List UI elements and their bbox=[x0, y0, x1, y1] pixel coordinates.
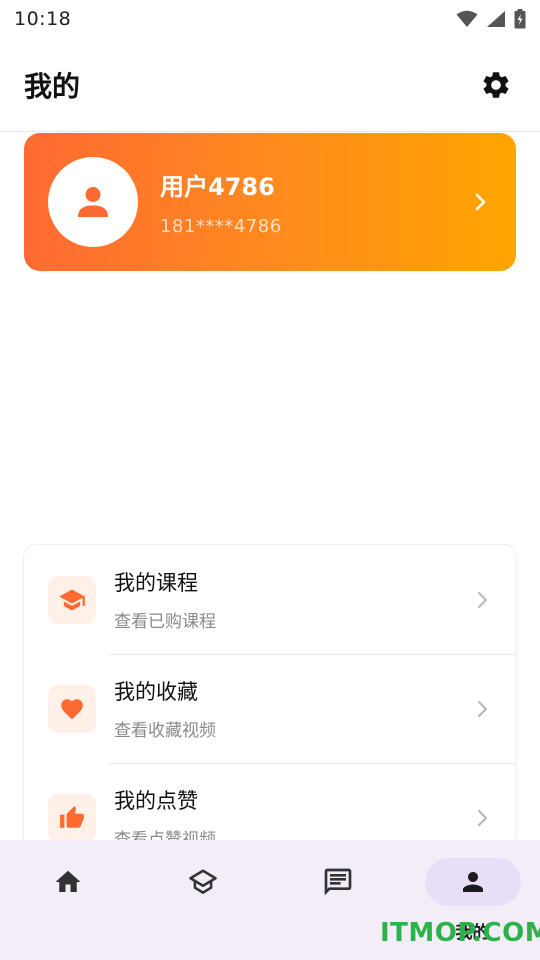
menu-item-title: 我的课程 bbox=[114, 571, 198, 595]
profile-card[interactable]: 用户4786 181****4786 bbox=[24, 133, 516, 271]
profile-name: 用户4786 bbox=[160, 173, 275, 201]
menu-item-subtitle: 查看收藏视频 bbox=[114, 721, 216, 741]
status-icons bbox=[456, 9, 526, 29]
menu-item-courses[interactable]: 我的课程 查看已购课程 bbox=[24, 545, 516, 654]
menu-item-subtitle: 查看已购课程 bbox=[114, 612, 216, 632]
person-icon bbox=[462, 872, 483, 892]
thumbs-up-icon bbox=[48, 793, 96, 842]
avatar bbox=[48, 157, 138, 247]
nav-item-courses[interactable] bbox=[135, 840, 270, 960]
profile-phone: 181****4786 bbox=[160, 216, 282, 237]
settings-button[interactable] bbox=[476, 65, 516, 105]
page-title: 我的 bbox=[24, 69, 81, 103]
profile-info: 用户4786 181****4786 bbox=[160, 167, 468, 237]
menu-card: 我的课程 查看已购课程 我的收藏 查看收藏视频 我的点赞 查看点赞视频 bbox=[24, 545, 516, 875]
course-icon bbox=[188, 869, 217, 894]
signal-icon bbox=[487, 11, 505, 27]
chevron-right-icon bbox=[468, 190, 492, 214]
nav-icon-wrap bbox=[290, 858, 386, 906]
chevron-right-icon bbox=[472, 699, 492, 719]
watermark: ITMOP.COM bbox=[380, 918, 540, 948]
menu-item-title: 我的收藏 bbox=[114, 680, 198, 704]
nav-icon-wrap bbox=[155, 858, 251, 906]
menu-item-title: 我的点赞 bbox=[114, 789, 198, 813]
wifi-icon bbox=[456, 10, 478, 27]
menu-item-favorites[interactable]: 我的收藏 查看收藏视频 bbox=[24, 654, 516, 763]
heart-icon bbox=[48, 684, 96, 733]
battery-icon bbox=[514, 9, 526, 29]
nav-icon-wrap-active bbox=[424, 858, 521, 906]
chevron-right-icon bbox=[472, 808, 492, 828]
chevron-right-icon bbox=[472, 590, 492, 610]
nav-icon-wrap bbox=[20, 858, 116, 906]
message-icon bbox=[324, 868, 351, 896]
home-icon bbox=[55, 870, 80, 892]
app-header: 我的 bbox=[0, 38, 540, 132]
gear-icon bbox=[483, 71, 509, 98]
nav-item-home[interactable] bbox=[0, 840, 135, 960]
graduation-cap-icon bbox=[48, 575, 96, 624]
status-bar: 10:18 bbox=[0, 0, 540, 38]
status-time: 10:18 bbox=[14, 8, 72, 30]
person-icon bbox=[78, 187, 108, 217]
menu-item-text: 我的课程 查看已购课程 bbox=[114, 567, 472, 632]
menu-item-text: 我的收藏 查看收藏视频 bbox=[114, 676, 472, 741]
